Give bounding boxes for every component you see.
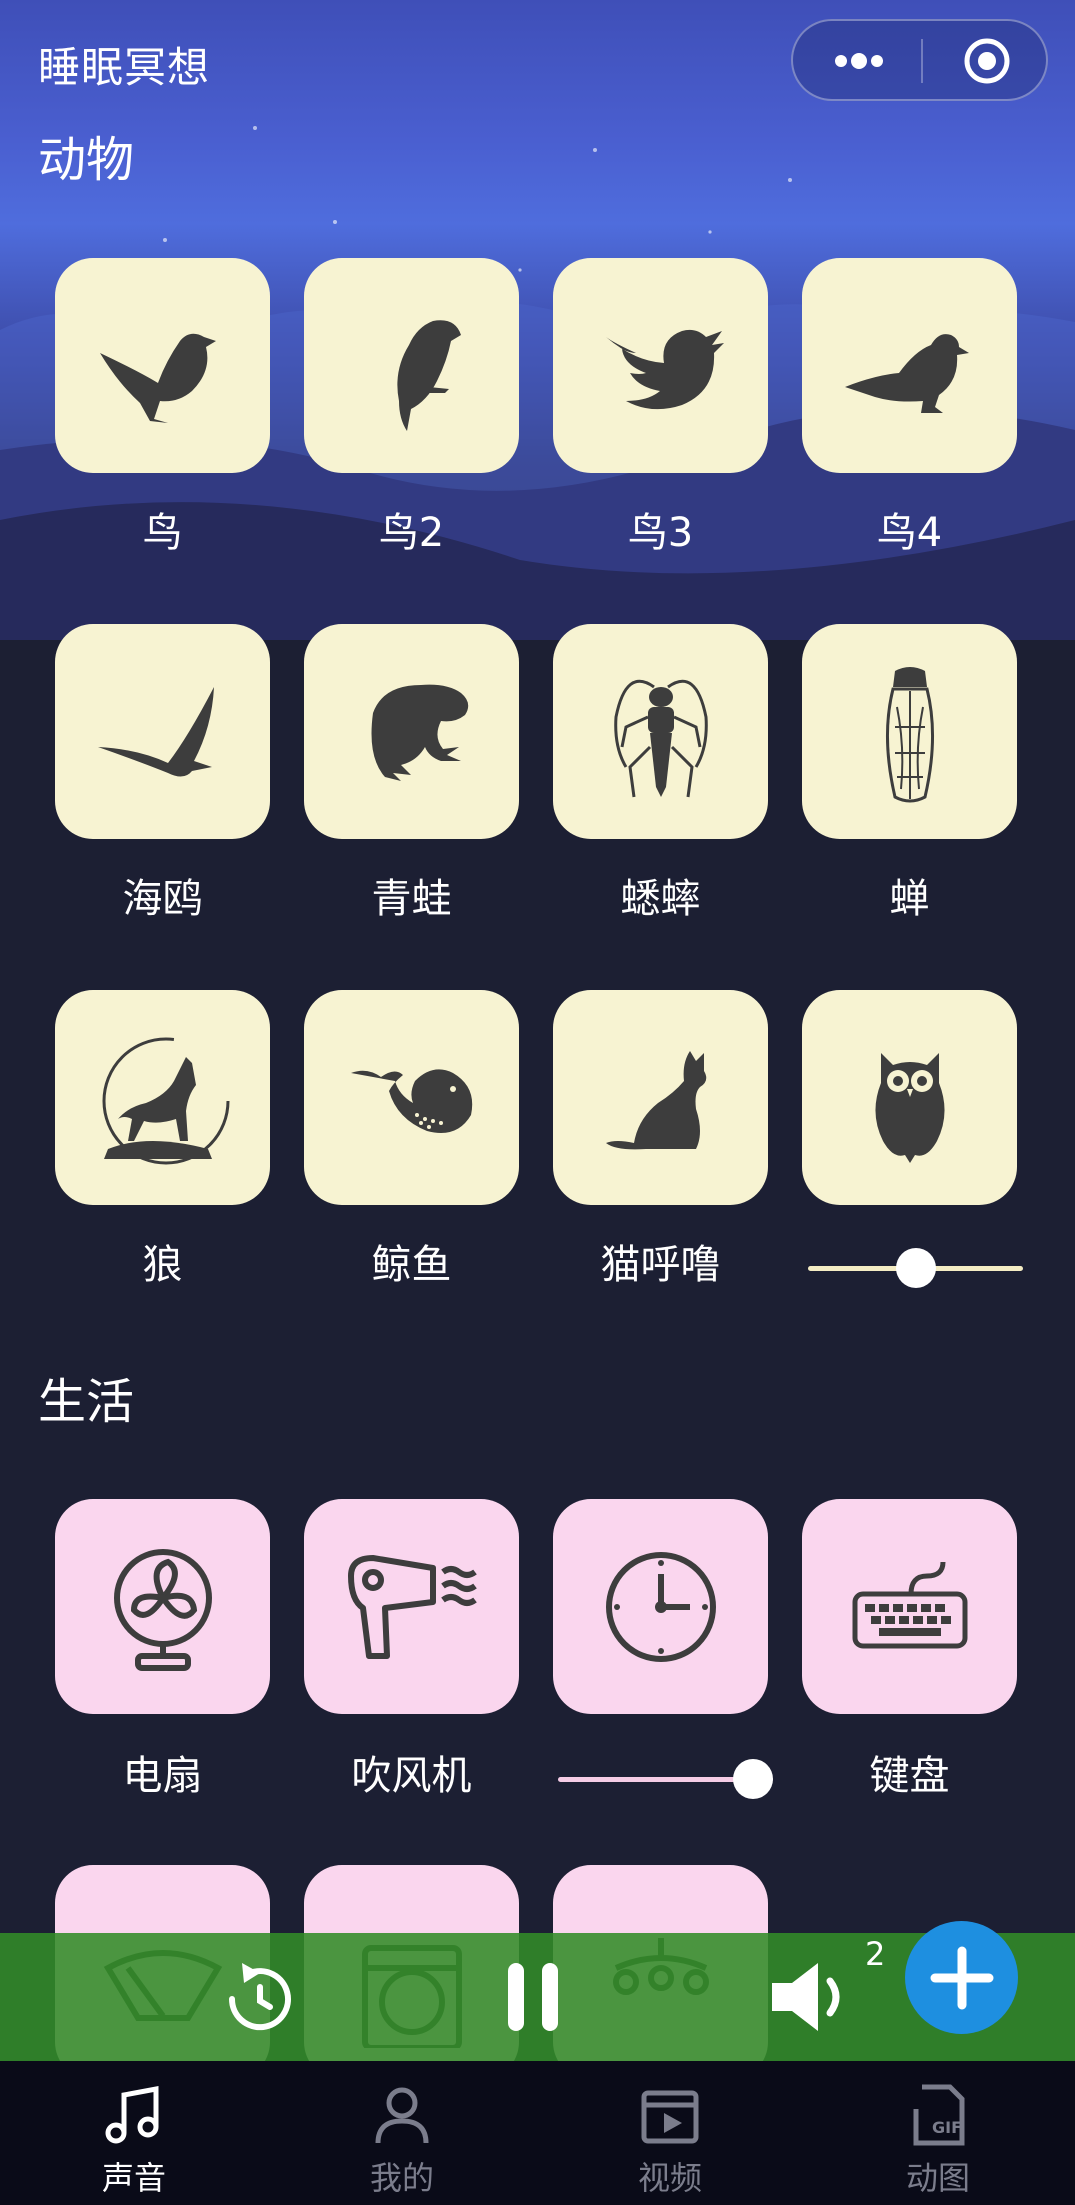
bottom-tab-bar: 声音 我的 视频 GIF 动图 (0, 2061, 1075, 2205)
slider-knob[interactable] (733, 1759, 773, 1799)
sound-tile-bird-4[interactable] (802, 258, 1017, 473)
sound-label: 蟋蟀 (620, 876, 701, 922)
section-title-animals: 动物 (38, 132, 135, 188)
tab-gif[interactable]: GIF 动图 (804, 2061, 1072, 2205)
capsule-divider (921, 39, 923, 83)
active-sound-count: 2 (865, 1935, 886, 1973)
sound-label: 鲸鱼 (371, 1242, 452, 1288)
sound-label: 键盘 (869, 1753, 950, 1799)
keyboard-icon (852, 1561, 967, 1648)
sound-label: 吹风机 (351, 1753, 472, 1799)
sound-tile-bird-3[interactable] (553, 258, 768, 473)
bird-icon (99, 333, 216, 423)
volume-icon[interactable] (766, 1955, 856, 2039)
fan-icon (113, 1548, 212, 1671)
sound-tile-owl[interactable] (802, 990, 1017, 1205)
pigeon-icon (844, 333, 969, 413)
sound-tile-whale[interactable] (304, 990, 519, 1205)
target-circle-icon[interactable] (963, 37, 1011, 85)
tab-video[interactable]: 视频 (536, 2061, 804, 2205)
owl-icon (874, 1052, 945, 1163)
sound-tile-hair-dryer[interactable] (304, 1499, 519, 1714)
sound-tile-bird-2[interactable] (304, 258, 519, 473)
cicada-icon (885, 666, 934, 802)
sound-tile-cricket[interactable] (553, 624, 768, 839)
sound-label: 海鸥 (122, 876, 203, 922)
svg-text:GIF: GIF (932, 2118, 962, 2137)
add-button[interactable] (905, 1921, 1018, 2034)
sound-tile-keyboard[interactable] (802, 1499, 1017, 1714)
tab-label: 视频 (637, 2159, 702, 2197)
music-note-icon (105, 2085, 159, 2144)
sound-label: 鸟 (142, 510, 183, 556)
timer-icon[interactable] (220, 1959, 300, 2039)
tab-sounds[interactable]: 声音 (0, 2061, 268, 2205)
section-title-life: 生活 (38, 1374, 135, 1430)
sound-tile-bird[interactable] (55, 258, 270, 473)
slider-knob[interactable] (896, 1248, 936, 1288)
sound-label: 电扇 (122, 1753, 203, 1799)
pause-icon[interactable] (500, 1957, 570, 2037)
more-dots-icon[interactable] (829, 41, 889, 81)
sound-tile-cat[interactable] (553, 990, 768, 1205)
app-title: 睡眠冥想 (38, 43, 211, 92)
wolf-icon (102, 1037, 229, 1164)
hair-dryer-icon (347, 1554, 477, 1659)
sound-label: 蝉 (889, 876, 930, 922)
sound-label: 鸟3 (627, 510, 694, 556)
volume-slider-owl[interactable] (808, 1248, 1023, 1288)
sound-tile-clock[interactable] (553, 1499, 768, 1714)
sound-tile-wolf[interactable] (55, 990, 270, 1205)
sound-tile-seagull[interactable] (55, 624, 270, 839)
user-icon (375, 2087, 429, 2144)
parrot-icon (396, 319, 461, 431)
clock-icon (605, 1551, 716, 1662)
twitter-bird-icon (605, 329, 724, 409)
video-icon (641, 2090, 699, 2144)
cricket-icon (613, 679, 708, 797)
sound-label: 鸟2 (378, 510, 445, 556)
mini-program-capsule[interactable] (791, 19, 1048, 101)
tab-mine[interactable]: 我的 (268, 2061, 536, 2205)
frog-icon (371, 684, 468, 781)
volume-slider-clock[interactable] (558, 1759, 773, 1799)
whale-icon (350, 1068, 472, 1133)
sound-tile-fan[interactable] (55, 1499, 270, 1714)
sound-label: 鸟4 (876, 510, 943, 556)
tab-label: 动图 (905, 2159, 970, 2197)
sound-tile-frog[interactable] (304, 624, 519, 839)
gif-file-icon: GIF (913, 2084, 965, 2146)
sound-tile-cicada[interactable] (802, 624, 1017, 839)
seagull-icon (97, 686, 214, 777)
cat-icon (605, 1050, 706, 1149)
sound-label: 猫呼噜 (600, 1242, 721, 1288)
sound-label: 狼 (142, 1242, 183, 1288)
tab-label: 声音 (101, 2159, 166, 2197)
tab-label: 我的 (369, 2159, 434, 2197)
sound-label: 青蛙 (371, 876, 452, 922)
plus-icon (930, 1946, 993, 2009)
